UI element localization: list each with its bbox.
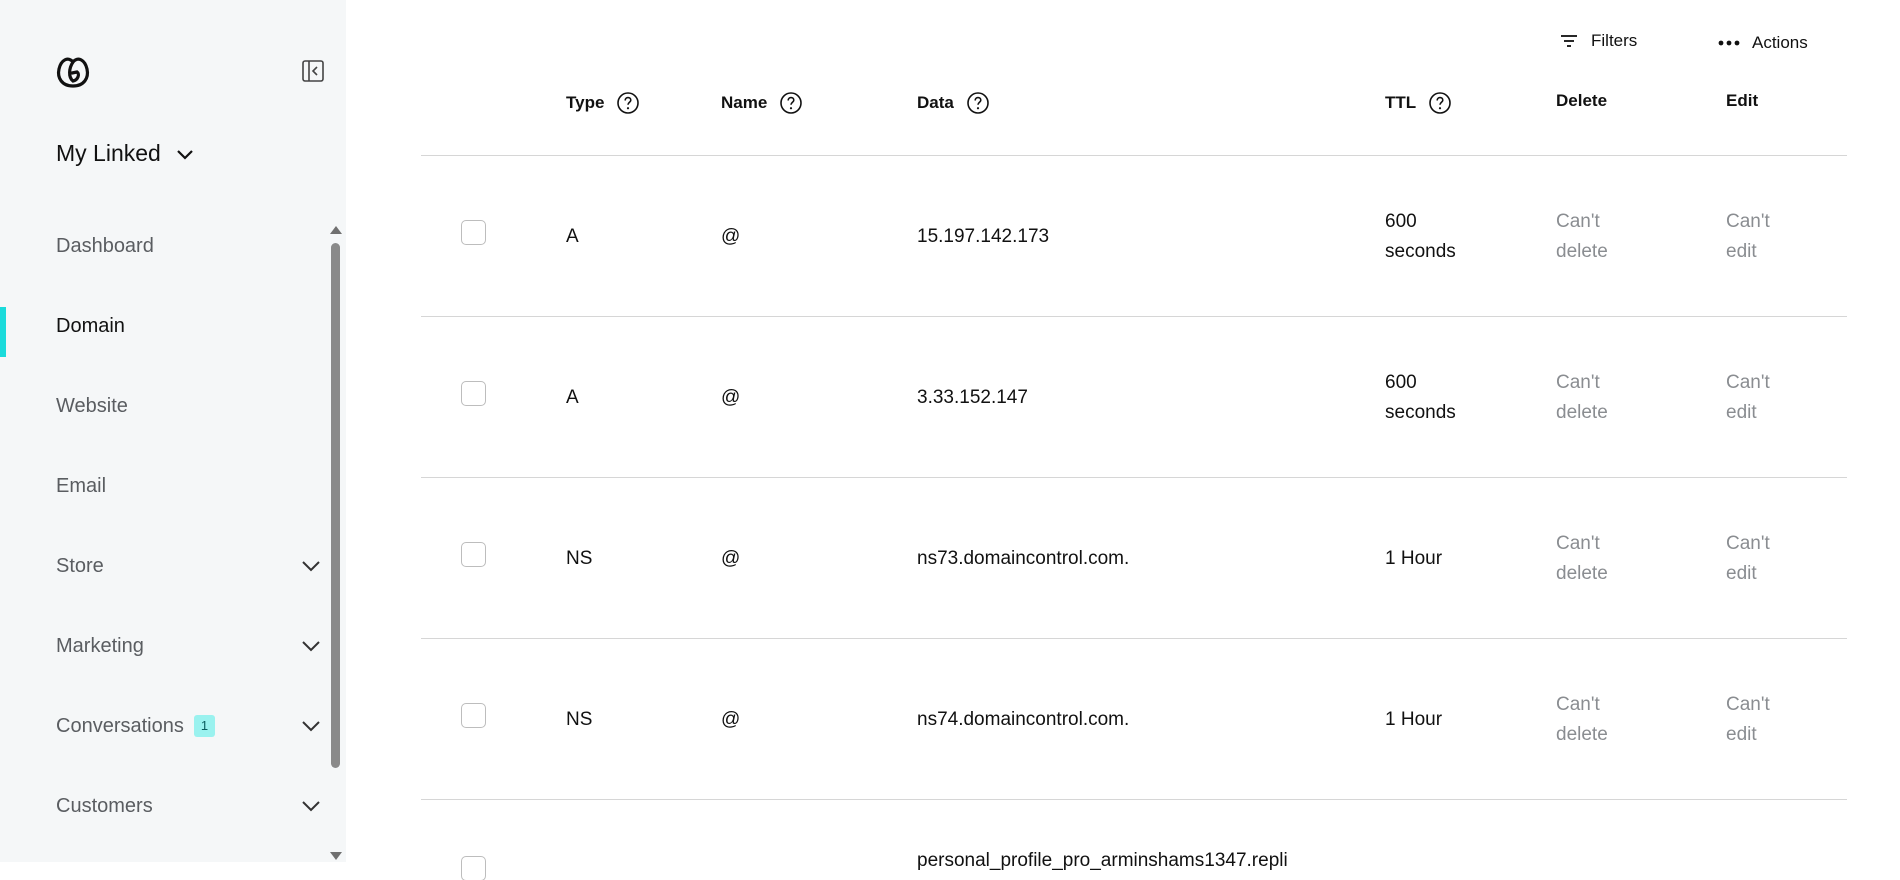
cell-delete: Can't delete — [1556, 372, 1608, 423]
table-header: Type Name Data TTL Delete Edit — [421, 60, 1847, 156]
row-checkbox[interactable] — [461, 542, 486, 567]
sidebar-item-label: Domain — [56, 314, 125, 337]
scroll-down-icon[interactable] — [330, 852, 342, 860]
cell-name: @ — [721, 226, 741, 247]
sidebar-item-website[interactable]: Website — [0, 366, 330, 446]
help-icon[interactable] — [966, 91, 990, 115]
notification-badge: 1 — [193, 715, 216, 737]
cell-edit: Can't edit — [1726, 211, 1770, 262]
account-name: My Linked — [56, 140, 161, 166]
sidebar-item-customers[interactable]: Customers — [0, 766, 330, 846]
chevron-down-icon — [302, 641, 320, 652]
cell-delete: Can't delete — [1556, 533, 1608, 584]
godaddy-logo-icon[interactable] — [54, 53, 92, 89]
column-label: Delete — [1556, 91, 1608, 110]
scroll-up-icon[interactable] — [330, 226, 342, 234]
actions-label: Actions — [1752, 33, 1808, 52]
actions-button[interactable]: Actions — [1718, 33, 1808, 53]
more-icon — [1718, 40, 1740, 46]
sidebar-item-marketing[interactable]: Marketing — [0, 606, 330, 686]
cell-name: @ — [721, 709, 741, 730]
column-header-data[interactable]: Data — [917, 91, 990, 115]
column-label: Edit — [1726, 91, 1759, 110]
table-row: NS @ ns73.domaincontrol.com. 1 Hour Can'… — [421, 478, 1847, 639]
cell-ttl: 1 Hour — [1385, 548, 1443, 569]
sidebar-item-label: Customers — [56, 794, 153, 817]
row-checkbox[interactable] — [461, 381, 486, 406]
table-row: A @ 3.33.152.147 600 seconds Can't delet… — [421, 317, 1847, 478]
help-icon[interactable] — [616, 91, 640, 115]
column-header-delete: Delete — [1556, 91, 1607, 111]
cell-type: NS — [566, 709, 593, 730]
scrollbar-thumb[interactable] — [331, 243, 340, 768]
sidebar-item-store[interactable]: Store — [0, 526, 330, 606]
column-header-name[interactable]: Name — [721, 91, 803, 115]
column-label: Data — [917, 93, 954, 112]
help-icon[interactable] — [1428, 91, 1452, 115]
sidebar-item-label: Marketing — [56, 634, 144, 657]
filters-label: Filters — [1591, 31, 1638, 50]
sidebar-item-label: Store — [56, 554, 104, 577]
dns-records-table: Type Name Data TTL Delete Edit A @ 15.19… — [421, 60, 1847, 880]
cell-delete: Can't delete — [1556, 211, 1608, 262]
chevron-down-icon — [302, 561, 320, 572]
cell-data: ns74.domaincontrol.com. — [917, 709, 1130, 730]
sidebar-item-dashboard[interactable]: Dashboard — [0, 206, 330, 286]
column-label: Name — [721, 93, 768, 112]
table-row: NS @ ns74.domaincontrol.com. 1 Hour Can'… — [421, 639, 1847, 800]
table-row: personal_profile_pro_arminshams1347.repl… — [421, 800, 1847, 880]
main-content: Filters Actions Type Name Data TTL Delet… — [346, 0, 1900, 880]
column-header-ttl[interactable]: TTL — [1385, 91, 1452, 115]
chevron-down-icon — [302, 721, 320, 732]
sidebar-item-conversations[interactable]: Conversations 1 — [0, 686, 330, 766]
cell-ttl: 600 seconds — [1385, 211, 1456, 262]
chevron-down-icon — [177, 149, 193, 160]
chevron-down-icon — [302, 801, 320, 812]
sidebar-item-domain[interactable]: Domain — [0, 286, 330, 366]
filters-button[interactable]: Filters — [1559, 31, 1637, 51]
help-icon[interactable] — [779, 91, 803, 115]
cell-data: personal_profile_pro_arminshams1347.repl… — [917, 850, 1288, 871]
sidebar-item-label: Website — [56, 394, 128, 417]
table-row: A @ 15.197.142.173 600 seconds Can't del… — [421, 156, 1847, 317]
row-checkbox[interactable] — [461, 220, 486, 245]
sidebar: My Linked Dashboard Domain Website Email… — [0, 0, 346, 862]
column-header-type[interactable]: Type — [566, 91, 640, 115]
cell-data: 3.33.152.147 — [917, 387, 1028, 408]
cell-delete: Can't delete — [1556, 694, 1608, 745]
cell-type: NS — [566, 548, 593, 569]
collapse-sidebar-icon[interactable] — [301, 59, 325, 83]
cell-data: ns73.domaincontrol.com. — [917, 548, 1130, 569]
sidebar-item-label: Dashboard — [56, 234, 154, 257]
row-checkbox[interactable] — [461, 703, 486, 728]
account-switcher[interactable]: My Linked — [56, 140, 195, 167]
sidebar-item-email[interactable]: Email — [0, 446, 330, 526]
cell-ttl: 1 Hour — [1385, 709, 1443, 730]
cell-edit: Can't edit — [1726, 533, 1770, 584]
row-checkbox[interactable] — [461, 856, 486, 880]
sidebar-item-label: Conversations — [56, 714, 184, 737]
cell-type: A — [566, 387, 579, 408]
column-label: Type — [566, 93, 605, 112]
cell-type: A — [566, 226, 579, 247]
sidebar-item-label: Email — [56, 474, 107, 497]
cell-edit: Can't edit — [1726, 694, 1770, 745]
sidebar-nav: Dashboard Domain Website Email Store Mar… — [0, 206, 330, 846]
column-header-edit: Edit — [1726, 91, 1758, 111]
filter-icon — [1561, 35, 1577, 47]
column-label: TTL — [1385, 93, 1417, 112]
cell-name: @ — [721, 548, 741, 569]
cell-edit: Can't edit — [1726, 372, 1770, 423]
cell-name: @ — [721, 387, 741, 408]
cell-data: 15.197.142.173 — [917, 226, 1050, 247]
cell-ttl: 600 seconds — [1385, 372, 1456, 423]
